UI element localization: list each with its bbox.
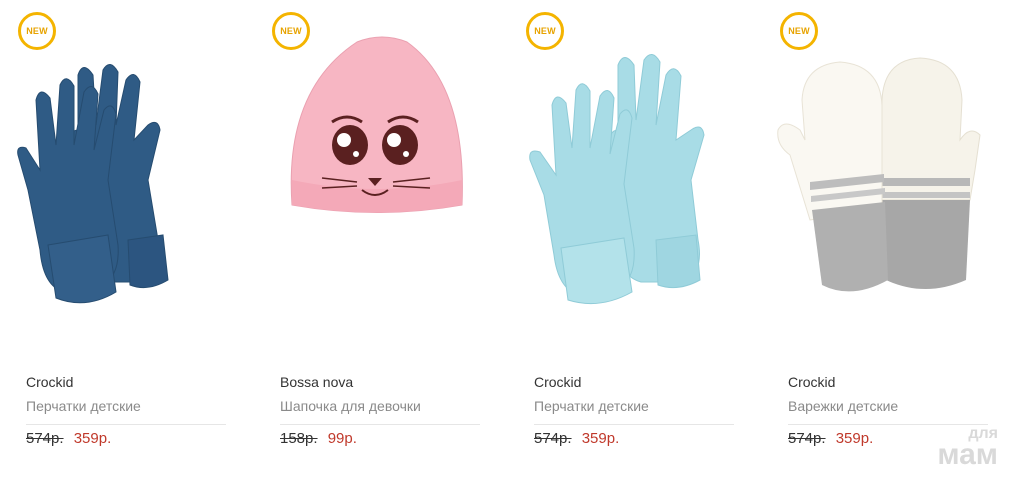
product-card[interactable]: NEW Bossa nova Шапочка для девочки 158р.… <box>262 0 492 470</box>
product-card[interactable]: NEW Crockid Варежки детские 574р. 359р. <box>770 0 1000 470</box>
old-price: 574р. <box>788 430 826 447</box>
product-name[interactable]: Варежки детские <box>788 398 898 414</box>
old-price: 574р. <box>26 430 64 447</box>
light-blue-gloves-icon[interactable] <box>516 30 746 320</box>
product-card[interactable]: NEW Crockid Перчатки детские 574р. 359р. <box>8 0 238 470</box>
white-mittens-icon[interactable] <box>770 30 1000 320</box>
sale-price: 359р. <box>581 430 620 447</box>
product-brand[interactable]: Crockid <box>788 374 835 390</box>
product-brand[interactable]: Crockid <box>534 374 581 390</box>
new-badge: NEW <box>780 12 818 50</box>
product-brand[interactable]: Crockid <box>26 374 73 390</box>
product-name[interactable]: Перчатки детские <box>26 398 141 414</box>
dark-blue-gloves-icon[interactable] <box>8 30 238 320</box>
watermark-line2: мам <box>937 438 998 471</box>
product-name[interactable]: Шапочка для девочки <box>280 398 421 414</box>
product-name[interactable]: Перчатки детские <box>534 398 649 414</box>
divider <box>788 424 988 425</box>
divider <box>26 424 226 425</box>
pink-hat-icon[interactable] <box>262 30 492 320</box>
product-grid: NEW Crockid Перчатки детские 574р. 359р. <box>0 0 1014 478</box>
new-badge: NEW <box>526 12 564 50</box>
old-price: 158р. <box>280 430 318 447</box>
price-row: 574р. 359р. <box>534 430 619 447</box>
sale-price: 359р. <box>835 430 874 447</box>
old-price: 574р. <box>534 430 572 447</box>
price-row: 574р. 359р. <box>788 430 873 447</box>
price-row: 158р. 99р. <box>280 430 357 447</box>
product-card[interactable]: NEW Crockid Перчатки детские 574р. 359р. <box>516 0 746 470</box>
sale-price: 359р. <box>73 430 112 447</box>
divider <box>534 424 734 425</box>
new-badge: NEW <box>272 12 310 50</box>
price-row: 574р. 359р. <box>26 430 111 447</box>
divider <box>280 424 480 425</box>
sale-price: 99р. <box>327 430 357 447</box>
watermark-logo: для мам <box>937 425 998 471</box>
product-brand[interactable]: Bossa nova <box>280 374 353 390</box>
new-badge: NEW <box>18 12 56 50</box>
